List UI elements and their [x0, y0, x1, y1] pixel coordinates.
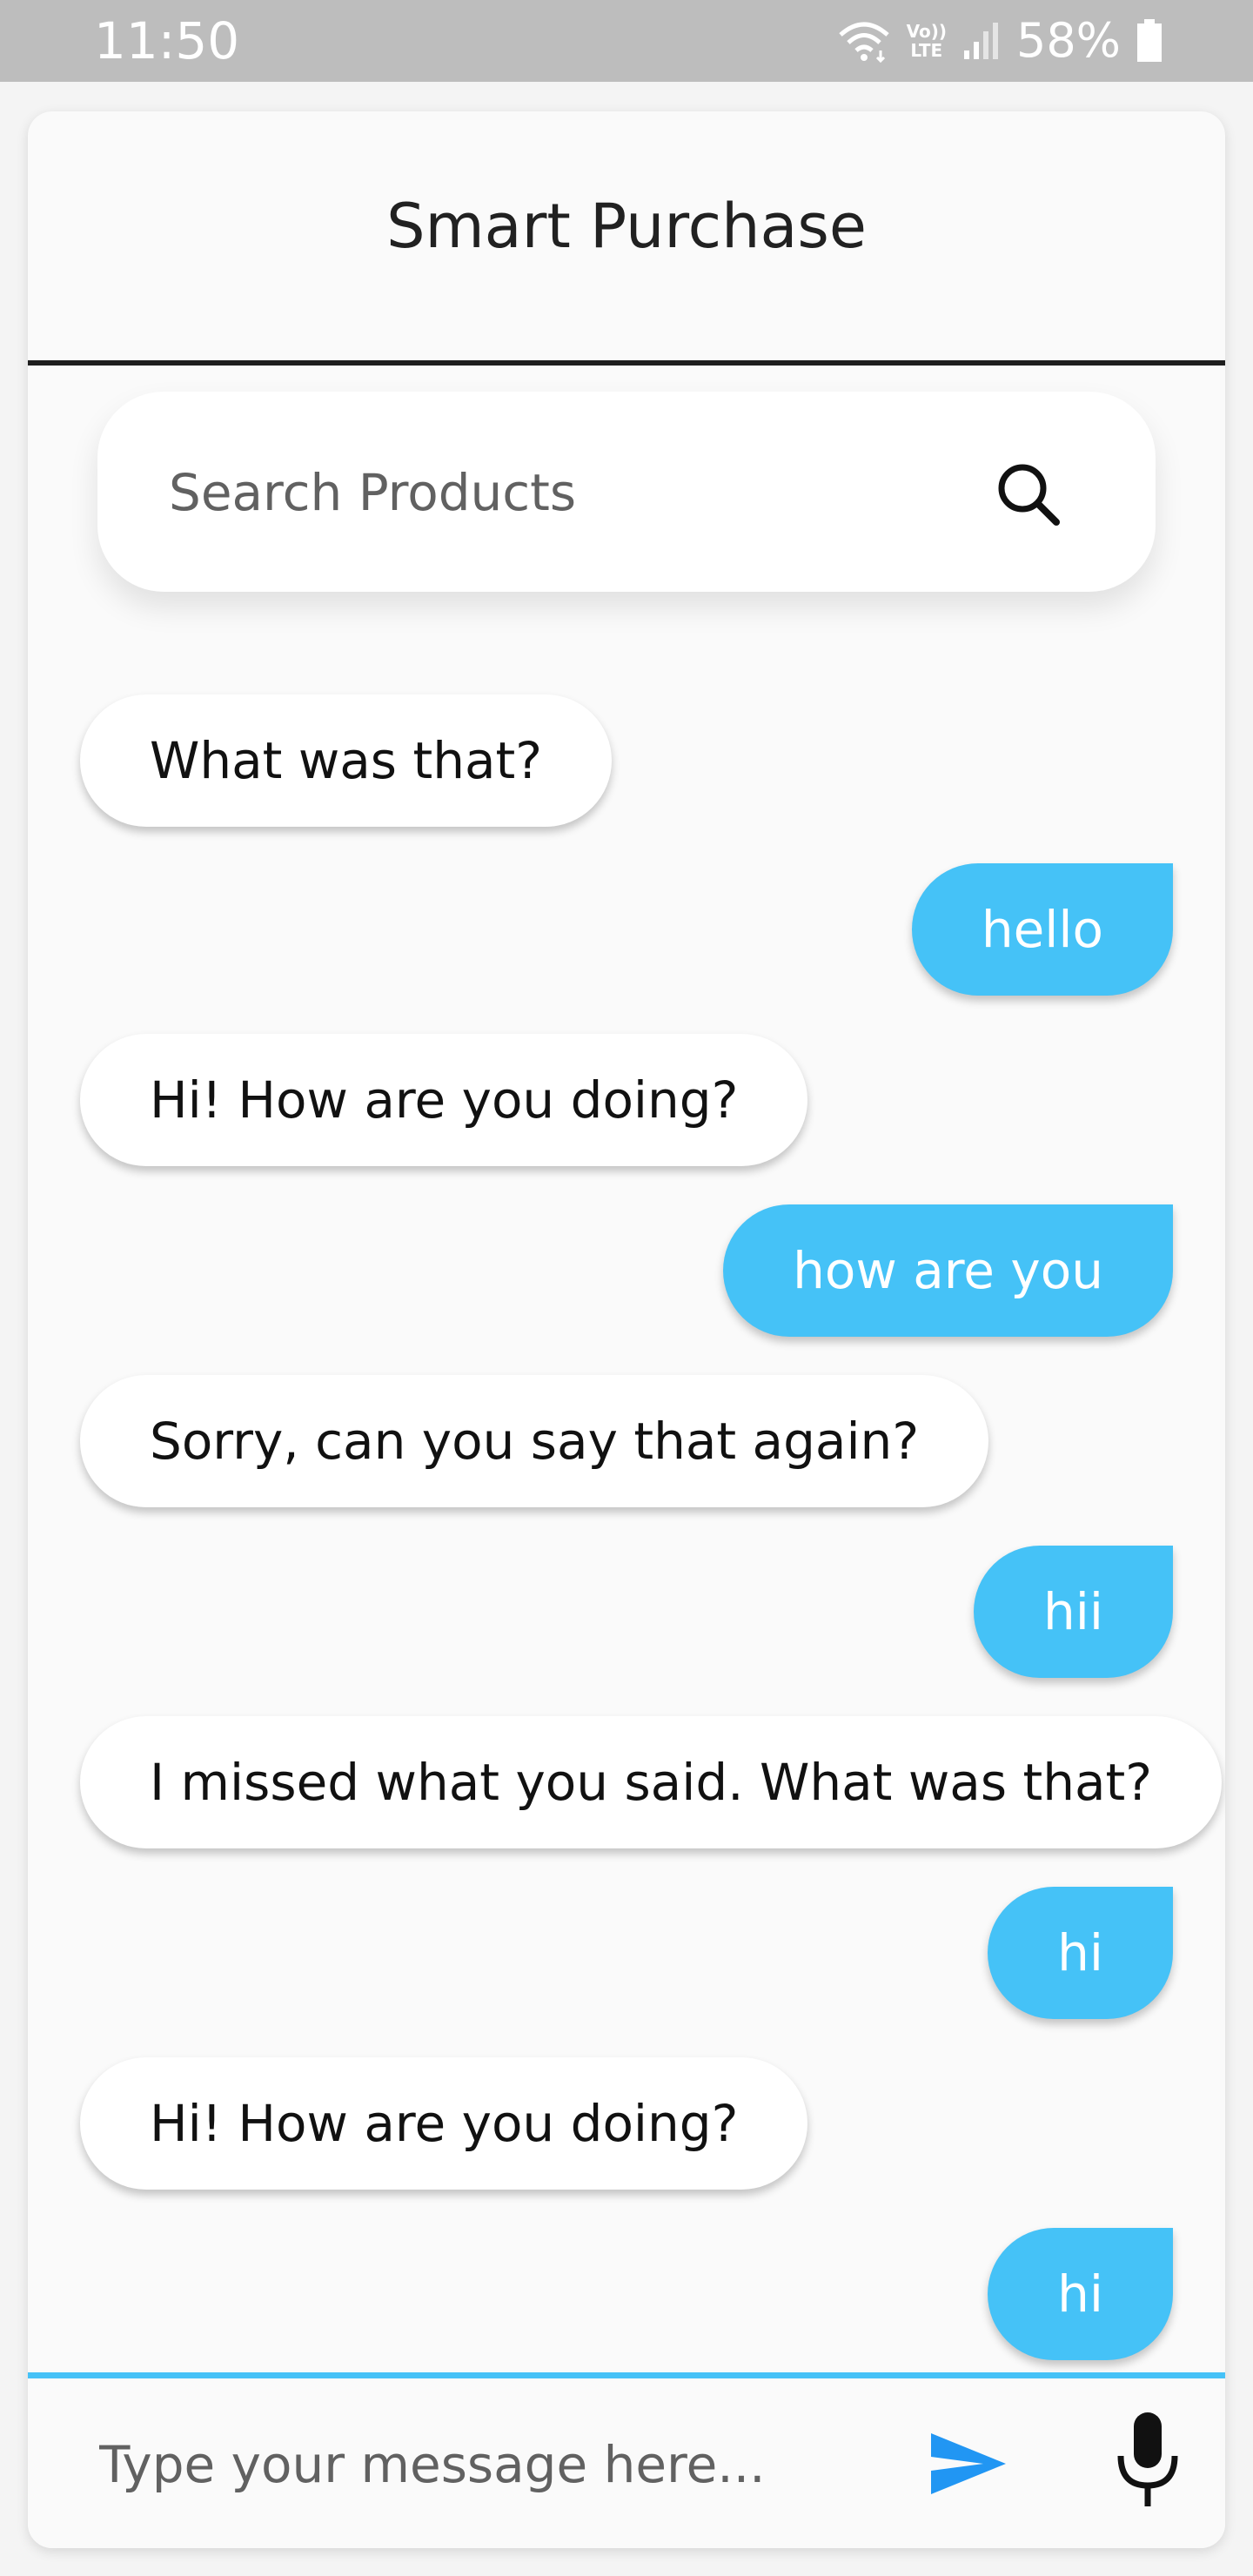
message-bubble-bot: What was that? [80, 694, 613, 827]
message-input[interactable] [97, 2407, 884, 2522]
message-bubble-bot: Sorry, can you say that again? [80, 1375, 989, 1507]
status-bar: 11:50 Vo)) LTE 58% [0, 0, 1253, 82]
message-bubble-user: hii [974, 1546, 1173, 1678]
signal-icon [963, 23, 998, 59]
message-bubble-bot: Hi! How are you doing? [80, 2057, 808, 2190]
composer-divider [28, 2372, 1225, 2378]
message-bubble-user: hi [988, 1887, 1173, 2019]
app-header: Smart Purchase [28, 111, 1225, 359]
message-bubble-bot: Hi! How are you doing? [80, 1034, 808, 1166]
search-input[interactable] [167, 444, 954, 541]
message-bubble-user: hello [911, 863, 1173, 996]
search-icon[interactable] [994, 460, 1063, 529]
status-indicators: Vo)) LTE 58% [837, 12, 1163, 70]
battery-percent: 58% [1015, 13, 1121, 68]
lte-indicator: Vo)) LTE [907, 22, 947, 60]
chat-message-list[interactable]: What was that? hello Hi! How are you doi… [28, 366, 1225, 2480]
chat-card: Smart Purchase What was that? hello Hi! … [28, 111, 1225, 2548]
lte-label: LTE [910, 40, 943, 61]
battery-icon [1137, 19, 1162, 62]
volte-label: Vo)) [906, 21, 947, 42]
message-bubble-user: how are you [723, 1204, 1173, 1337]
status-time: 11:50 [94, 11, 240, 70]
search-bar [97, 392, 1156, 592]
message-composer [28, 2372, 1225, 2548]
message-bubble-bot: I missed what you said. What was that? [80, 1716, 1223, 1848]
mic-icon[interactable] [1112, 2409, 1183, 2513]
message-bubble-user: hi [988, 2228, 1173, 2360]
wifi-icon [838, 22, 889, 63]
page-title: Smart Purchase [386, 191, 867, 262]
send-icon[interactable] [929, 2425, 1008, 2503]
